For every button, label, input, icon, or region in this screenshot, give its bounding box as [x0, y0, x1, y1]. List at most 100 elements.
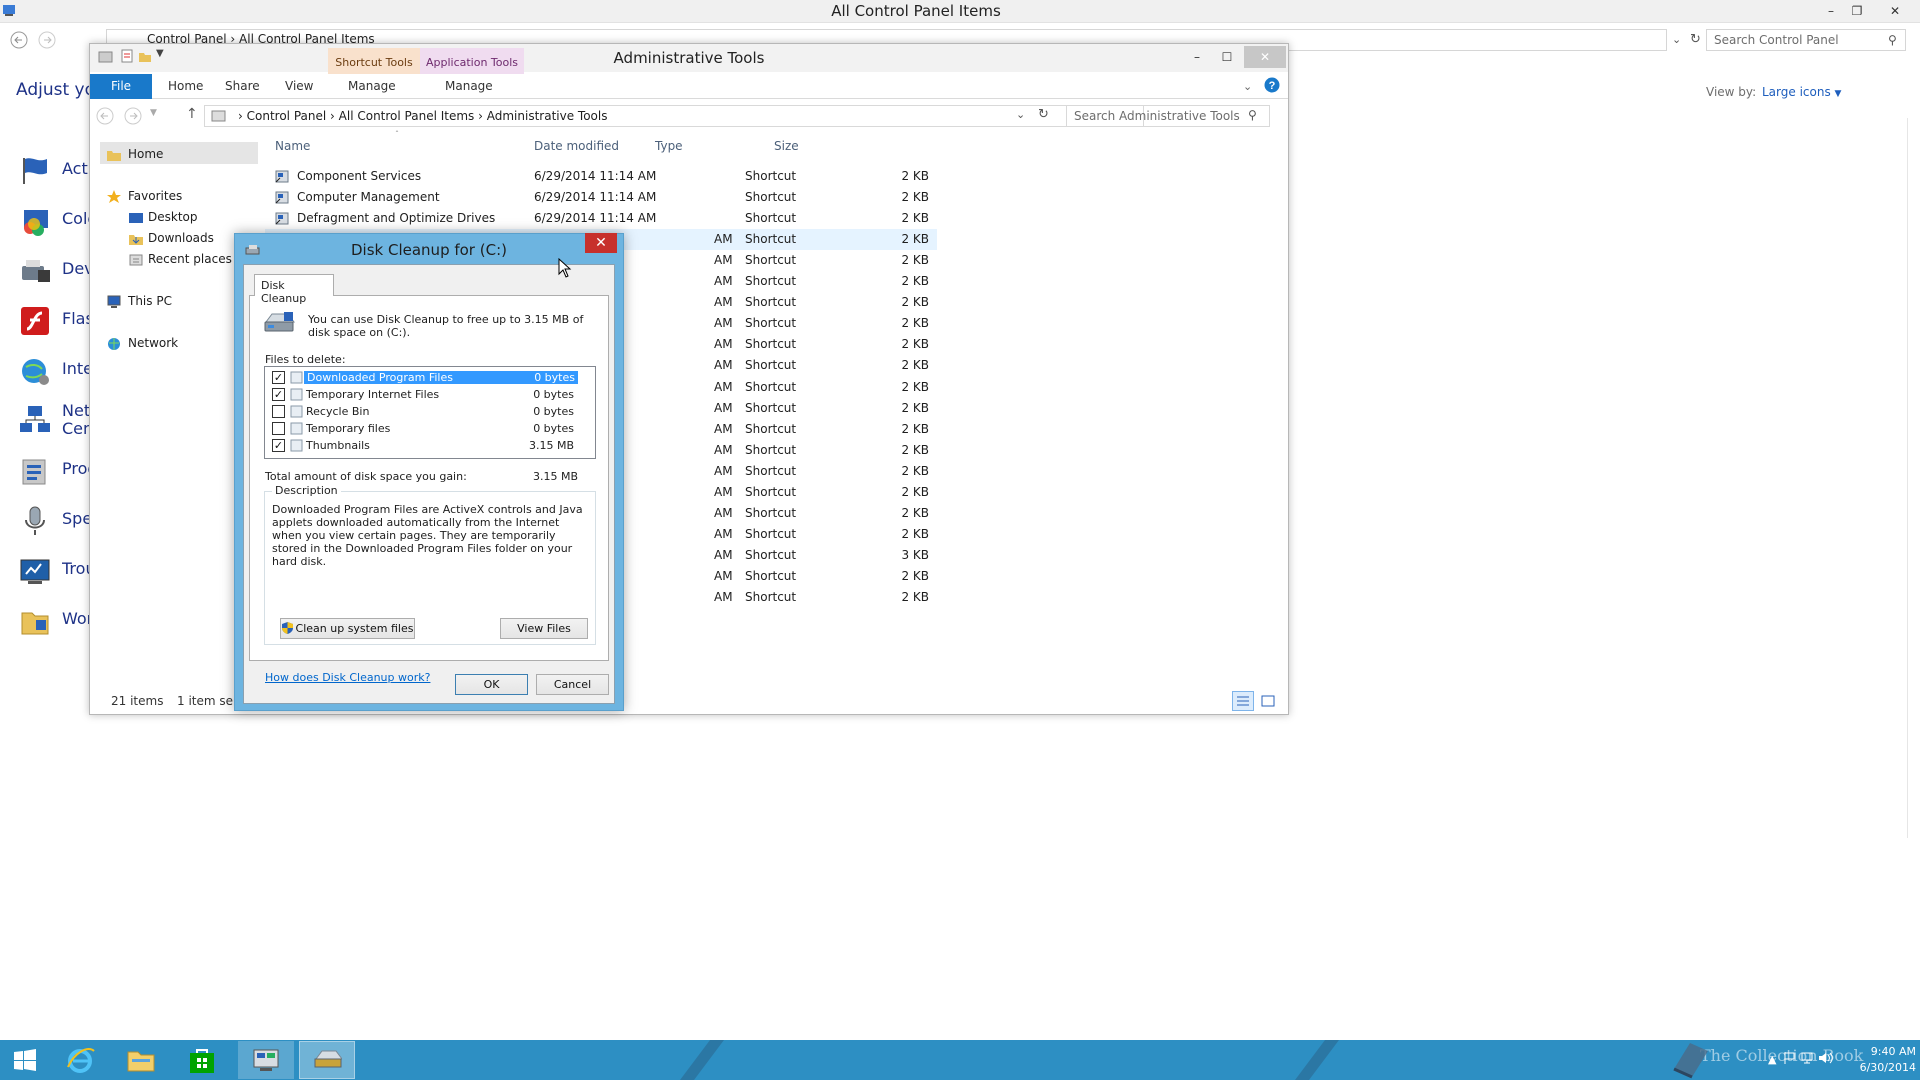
explorer-back-icon[interactable] [96, 107, 114, 125]
context-tab-application-tools: Application Tools [420, 48, 524, 74]
files-list-item[interactable]: ✓ Thumbnails 3.15 MB [266, 437, 594, 454]
file-date: 6/29/2014 11:14 AM [534, 169, 657, 183]
explorer-search-input[interactable]: Search Administrative Tools [1066, 105, 1270, 127]
cp-item-work-folders[interactable]: Wor [18, 601, 98, 641]
explorer-refresh-icon[interactable]: ↻ [1038, 107, 1049, 122]
action-center-tray-icon[interactable] [1782, 1051, 1796, 1065]
taskbar-control-panel[interactable] [238, 1041, 294, 1079]
up-arrow-icon[interactable]: ↑ [186, 106, 198, 122]
shortcut-tool-icon [275, 169, 290, 184]
files-list-item[interactable]: Temporary files 0 bytes [266, 420, 594, 437]
files-to-delete-list[interactable]: ✓ Downloaded Program Files 0 bytes ✓ Tempora… [264, 366, 596, 459]
file-checkbox[interactable] [272, 422, 285, 435]
file-size: 2 KB [901, 358, 929, 372]
clean-up-system-files-button[interactable]: Clean up system files [280, 618, 415, 639]
tab-home[interactable]: Home [168, 79, 203, 93]
explorer-minimize-button[interactable]: – [1180, 46, 1214, 68]
volume-tray-icon[interactable] [1818, 1051, 1834, 1065]
crumb-all-control-panel-items[interactable]: All Control Panel Items [339, 109, 475, 123]
file-date: 6/29/2014 11:14 AM [534, 211, 657, 225]
file-checkbox[interactable]: ✓ [272, 439, 285, 452]
close-button[interactable]: ✕ [1878, 0, 1912, 22]
explorer-close-button[interactable]: ✕ [1244, 46, 1286, 68]
cancel-button[interactable]: Cancel [536, 674, 609, 695]
forward-arrow-icon[interactable] [38, 31, 56, 49]
view-files-button[interactable]: View Files [500, 618, 588, 639]
file-checkbox[interactable]: ✓ [272, 388, 285, 401]
cp-item-internet-options[interactable]: Inte [18, 351, 98, 391]
internet-options-icon [18, 354, 52, 388]
tab-share[interactable]: Share [225, 79, 260, 93]
cp-item-flash-player[interactable]: Flas [18, 301, 98, 341]
tab-disk-cleanup[interactable]: Disk Cleanup [254, 274, 334, 305]
file-checkbox[interactable]: ✓ [272, 371, 285, 384]
file-date: AM [714, 464, 733, 478]
cp-item-action-center[interactable]: Acti [18, 151, 98, 191]
file-row[interactable]: Component Services 6/29/2014 11:14 AM Shor… [265, 166, 937, 187]
address-history-dropdown-icon[interactable]: ⌄ [1016, 108, 1026, 121]
tab-view[interactable]: View [285, 79, 313, 93]
explorer-search-icon[interactable]: ⚲ [1248, 108, 1257, 122]
tab-manage-application[interactable]: Manage [445, 79, 493, 93]
explorer-maximize-button[interactable]: ☐ [1210, 46, 1244, 68]
explorer-address-bar[interactable]: › Control Panel › All Control Panel Item… [204, 105, 1144, 127]
network-center-icon [18, 403, 52, 437]
column-header-size[interactable]: Size [774, 139, 799, 153]
work-folders-icon [18, 604, 52, 638]
column-header-date[interactable]: Date modified [534, 139, 619, 153]
tab-manage-shortcut[interactable]: Manage [348, 79, 396, 93]
file-type: Shortcut [745, 401, 797, 415]
column-header-type[interactable]: Type [655, 139, 683, 153]
taskbar-clock[interactable]: 9:40 AM 6/30/2014 [1840, 1044, 1916, 1076]
taskbar-file-explorer[interactable] [113, 1041, 169, 1079]
address-dropdown-icon[interactable]: ⌄ [1672, 33, 1681, 46]
column-header-name[interactable]: Name [275, 139, 310, 153]
files-list-item[interactable]: ✓ Downloaded Program Files 0 bytes [266, 369, 594, 386]
help-icon[interactable]: ? [1264, 77, 1280, 93]
network-tray-icon[interactable] [1800, 1051, 1814, 1065]
files-list-item[interactable]: ✓ Temporary Internet Files 0 bytes [266, 386, 594, 403]
cp-item-speech[interactable]: Spe [18, 501, 98, 541]
crumb-separator: › [330, 109, 339, 123]
file-checkbox[interactable] [272, 405, 285, 418]
recent-locations-icon[interactable]: ▼ [150, 108, 157, 118]
back-arrow-icon[interactable] [10, 31, 28, 49]
file-size: 2 KB [901, 337, 929, 351]
start-button[interactable] [0, 1041, 50, 1079]
file-date: AM [714, 569, 733, 583]
search-icon[interactable]: ⚲ [1888, 33, 1897, 47]
taskbar-internet-explorer[interactable] [52, 1041, 108, 1079]
refresh-icon[interactable]: ↻ [1690, 32, 1701, 47]
file-category-size: 3.15 MB [528, 439, 574, 452]
control-panel-search-input[interactable]: Search Control Panel [1706, 29, 1906, 51]
file-type: Shortcut [745, 506, 797, 520]
large-icons-view-icon[interactable] [1258, 692, 1278, 710]
cp-item-devices[interactable]: Dev [18, 251, 98, 291]
file-row[interactable]: Defragment and Optimize Drives 6/29/2014 … [265, 208, 937, 229]
taskbar-disk-cleanup[interactable] [299, 1041, 355, 1079]
ribbon-tab-bar [90, 74, 1288, 99]
cp-item-network-center[interactable]: Netv Cen [18, 400, 100, 444]
details-view-icon[interactable] [1232, 691, 1254, 711]
show-hidden-icons[interactable]: ▲ [1768, 1053, 1776, 1066]
files-list-item[interactable]: Recycle Bin 0 bytes [266, 403, 594, 420]
crumb-administrative-tools[interactable]: Administrative Tools [487, 109, 608, 123]
file-size: 2 KB [901, 295, 929, 309]
cp-item-programs[interactable]: Prog [18, 451, 98, 491]
chevron-down-icon: ▼ [1834, 89, 1842, 99]
explorer-forward-icon[interactable] [124, 107, 142, 125]
expand-ribbon-icon[interactable]: ⌄ [1243, 80, 1252, 93]
tab-file[interactable]: File [90, 74, 152, 99]
view-by-dropdown[interactable]: Large icons ▼ [1762, 85, 1841, 99]
cp-item-color-management[interactable]: Colc [18, 201, 98, 241]
crumb-control-panel[interactable]: Control Panel [247, 109, 327, 123]
taskbar-store[interactable] [174, 1041, 230, 1079]
restore-button[interactable]: ❐ [1840, 0, 1874, 22]
home-folder-icon [106, 148, 122, 162]
file-date: AM [714, 548, 733, 562]
ok-button[interactable]: OK [455, 674, 528, 695]
file-row[interactable]: Computer Management 6/29/2014 11:14 AM Sho… [265, 187, 937, 208]
dialog-close-button[interactable]: ✕ [585, 233, 617, 253]
how-disk-cleanup-works-link[interactable]: How does Disk Cleanup work? [265, 671, 430, 684]
cp-item-troubleshooting[interactable]: Trou [18, 551, 98, 591]
